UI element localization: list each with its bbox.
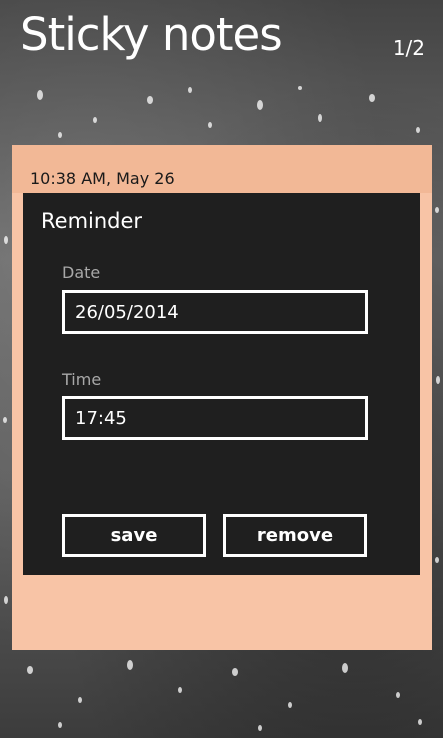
page-indicator: 1/2: [392, 36, 425, 60]
note-header: 10:38 AM, May 26: [12, 145, 432, 193]
sticky-note[interactable]: 10:38 AM, May 26 Reminder Date 26/05/201…: [12, 145, 432, 650]
remove-button[interactable]: remove: [223, 514, 367, 557]
date-field[interactable]: 26/05/2014: [62, 290, 368, 334]
reminder-dialog: Reminder Date 26/05/2014 Time 17:45 save…: [23, 193, 420, 575]
time-field[interactable]: 17:45: [62, 396, 368, 440]
time-label: Time: [62, 370, 102, 389]
date-value: 26/05/2014: [75, 302, 179, 323]
note-timestamp: 10:38 AM, May 26: [30, 169, 175, 188]
app-title: Sticky notes: [20, 8, 283, 61]
dialog-title: Reminder: [41, 209, 143, 233]
save-button[interactable]: save: [62, 514, 206, 557]
time-value: 17:45: [75, 408, 127, 429]
date-label: Date: [62, 263, 101, 282]
